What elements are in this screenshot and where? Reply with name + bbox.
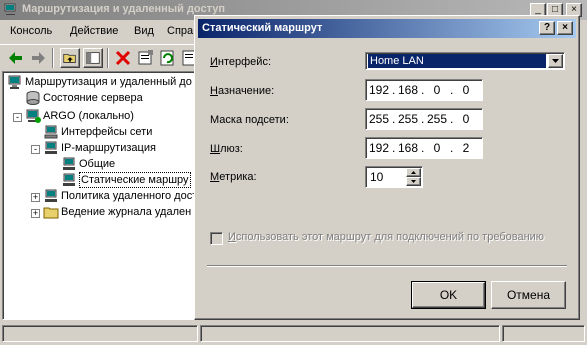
ip-octet[interactable]: 255 — [368, 112, 390, 126]
folder-icon — [43, 207, 59, 219]
ip-dot: . — [392, 141, 396, 155]
menu-action[interactable]: Действие — [70, 25, 118, 37]
dialog-titlebar[interactable]: Статический маршрут ? × — [198, 19, 576, 38]
spin-up-button[interactable] — [406, 168, 421, 177]
metric-spinbox[interactable]: 10 — [365, 166, 423, 188]
toolbar — [0, 44, 200, 70]
ip-dot: . — [421, 83, 425, 97]
maximize-icon: □ — [551, 4, 559, 15]
ip-octet[interactable]: 0 — [426, 83, 448, 97]
tree-item-label: Интерфейсы сети — [61, 126, 153, 138]
collapse-toggle-argo[interactable]: - — [13, 113, 22, 122]
tree-item-label: Состояние сервера — [43, 92, 143, 104]
dialog-close-button[interactable]: × — [557, 21, 573, 35]
server-status-icon — [26, 91, 40, 105]
tree-item-label: Ведение журнала удален — [61, 206, 192, 218]
tree-item-label: IP-маршрутизация — [61, 142, 156, 154]
up-folder-icon[interactable] — [60, 48, 80, 68]
close-icon: × — [571, 4, 577, 15]
ip-octet[interactable]: 0 — [426, 141, 448, 155]
ip-octet[interactable]: 0 — [455, 112, 477, 126]
static-route-dialog: Статический маршрут ? × Интерфейс: Home … — [194, 15, 580, 320]
ip-octet[interactable]: 255 — [397, 112, 419, 126]
spin-down-button[interactable] — [406, 177, 421, 186]
minimize-icon: _ — [535, 4, 541, 15]
server-icon — [26, 109, 41, 123]
close-icon: × — [562, 22, 568, 33]
destination-label: Назначение: — [210, 85, 275, 97]
spin-down-icon — [411, 180, 416, 183]
subnet-mask-field[interactable]: 255 . 255 . 255 . 0 — [365, 108, 483, 130]
dialog-title: Статический маршрут — [202, 22, 323, 34]
general-icon — [63, 157, 75, 170]
chevron-down-icon — [552, 59, 559, 63]
ip-routing-icon — [45, 141, 57, 154]
tree-item-label: Статические маршру — [79, 172, 191, 188]
toolbar-separator — [107, 48, 109, 68]
status-cell — [2, 325, 198, 342]
policy-icon — [45, 189, 57, 202]
dialog-separator — [207, 265, 567, 267]
ip-octet[interactable]: 192 — [368, 141, 390, 155]
console-tree[interactable]: Маршрутизация и удаленный до Состояние с… — [2, 71, 200, 320]
ip-octet[interactable]: 2 — [455, 141, 477, 155]
destination-ip-field[interactable]: 192 . 168 . 0 . 0 — [365, 79, 483, 101]
gateway-label: Шлюз: — [210, 143, 243, 155]
refresh-icon[interactable] — [158, 48, 178, 68]
routing-computer-icon — [8, 75, 21, 89]
status-cell — [502, 325, 585, 342]
ok-button[interactable]: OK — [411, 281, 486, 309]
routing-app-icon — [4, 3, 16, 15]
main-window-title: Маршрутизация и удаленный доступ — [22, 3, 226, 15]
subnet-mask-label: Маска подсети: — [210, 114, 289, 126]
interface-label: Интерфейс: — [210, 56, 271, 68]
dropdown-button[interactable] — [548, 54, 563, 68]
ip-octet[interactable]: 0 — [455, 83, 477, 97]
ip-dot: . — [421, 112, 425, 126]
expand-toggle-logging[interactable]: + — [31, 209, 40, 218]
ip-octet[interactable]: 192 — [368, 83, 390, 97]
demand-dial-label: Использовать этот маршрут для подключени… — [228, 231, 545, 243]
help-button[interactable]: ? — [539, 21, 555, 35]
interface-select[interactable]: Home LAN — [365, 52, 565, 70]
metric-label: Метрика: — [210, 171, 257, 183]
tree-item-label: Общие — [79, 158, 116, 170]
menu-view[interactable]: Вид — [134, 25, 154, 37]
collapse-toggle-ip-routing[interactable]: - — [31, 145, 40, 154]
help-icon: ? — [543, 22, 551, 33]
ok-button-label: OK — [439, 288, 458, 302]
expand-toggle-policy[interactable]: + — [31, 193, 40, 202]
cancel-button[interactable]: Отмена — [491, 281, 566, 309]
interface-selected-value: Home LAN — [368, 54, 546, 68]
toolbar-separator — [52, 48, 54, 68]
gateway-ip-field[interactable]: 192 . 168 . 0 . 2 — [365, 137, 483, 159]
tree-item-label: Маршрутизация и удаленный до — [25, 76, 192, 88]
ip-dot: . — [392, 112, 396, 126]
spin-up-icon — [411, 171, 416, 174]
network-interfaces-icon — [44, 125, 58, 139]
delete-icon[interactable] — [113, 48, 133, 68]
menu-console[interactable]: Консоль — [10, 25, 52, 37]
ip-octet[interactable]: 168 — [397, 83, 419, 97]
status-cell — [200, 325, 500, 342]
metric-value[interactable]: 10 — [370, 170, 383, 184]
back-arrow-icon[interactable] — [6, 48, 26, 68]
demand-dial-checkbox[interactable] — [210, 232, 223, 245]
ip-dot: . — [392, 83, 396, 97]
forward-arrow-icon[interactable] — [28, 48, 48, 68]
menu-help[interactable]: Спра — [167, 25, 193, 37]
cancel-button-label: Отмена — [506, 288, 551, 302]
ip-octet[interactable]: 255 — [426, 112, 448, 126]
ip-octet[interactable]: 168 — [397, 141, 419, 155]
show-tree-icon[interactable] — [83, 48, 103, 68]
properties-icon[interactable] — [136, 48, 156, 68]
static-routes-icon — [63, 173, 75, 186]
ip-dot: . — [450, 83, 454, 97]
tree-item-label: Политика удаленного досту — [61, 190, 200, 202]
ip-dot: . — [421, 141, 425, 155]
statusbar — [0, 323, 587, 343]
ip-dot: . — [450, 141, 454, 155]
ip-dot: . — [450, 112, 454, 126]
tree-item-label: ARGO (локально) — [43, 110, 134, 122]
